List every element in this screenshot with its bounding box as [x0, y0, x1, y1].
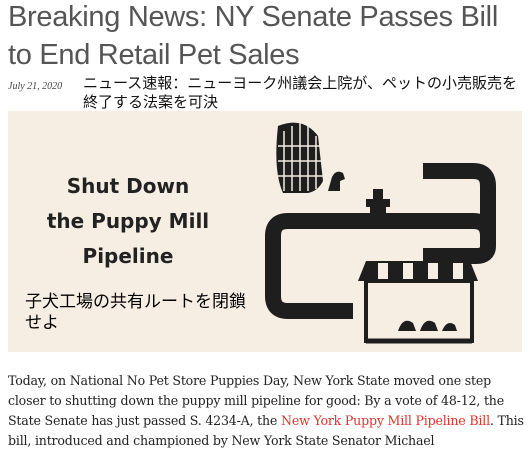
hero-heading: Shut Down the Puppy Mill Pipeline [8, 169, 248, 274]
title-translation: ニュース速報：ニューヨーク州議会上院が、ペットの小売販売を終了する法案を可決 [83, 74, 517, 111]
puppy-icon [328, 171, 345, 191]
hero-heading-line: Pipeline [82, 244, 174, 268]
page-title: Breaking News: NY Senate Passes Bill to … [8, 1, 498, 71]
article-date: July 21, 2020 [8, 81, 63, 92]
hero-translation: 子犬工場の共有ルートを閉鎖せよ [25, 292, 246, 333]
hero-heading-line: Shut Down [66, 174, 190, 198]
puppy-mill-pipeline-bill-link[interactable]: New York Puppy Mill Pipeline Bill [281, 413, 490, 428]
hero-heading-line: the Puppy Mill [46, 209, 210, 233]
caged-dog-icon [276, 122, 323, 193]
hero-image: Shut Down the Puppy Mill Pipeline 子犬工場の共… [8, 111, 522, 352]
article-body: Today, on National No Pet Store Puppies … [8, 371, 524, 451]
pipeline-illustration [265, 122, 496, 344]
pet-store-icon [358, 261, 478, 344]
